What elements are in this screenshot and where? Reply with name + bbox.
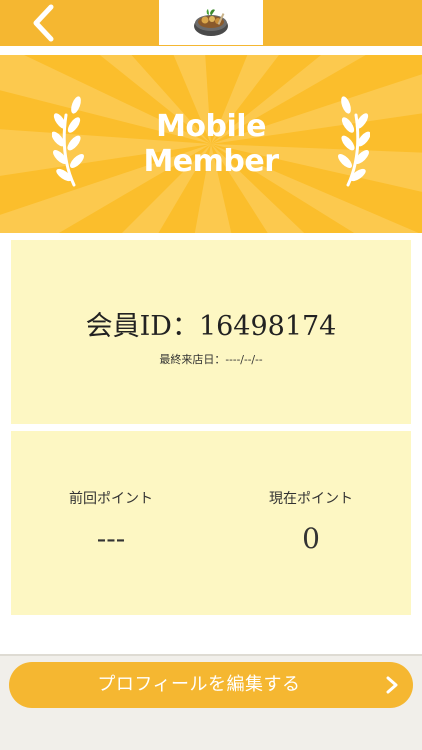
mobile-member-banner: Mobile Member bbox=[0, 55, 422, 233]
chevron-left-icon bbox=[33, 4, 54, 42]
current-points-label: 現在ポイント bbox=[269, 491, 353, 507]
chevron-right-icon bbox=[386, 676, 398, 694]
previous-points-value: --- bbox=[96, 522, 126, 555]
last-visit-text: 最終来店日：----/--/-- bbox=[159, 353, 263, 366]
current-points-value: 0 bbox=[302, 522, 320, 555]
edit-profile-label: プロフィールを編集する bbox=[97, 674, 301, 695]
app-logo bbox=[159, 0, 263, 45]
banner-title-line1: Mobile bbox=[156, 109, 266, 144]
food-bowl-icon bbox=[194, 9, 228, 36]
points-card: 前回ポイント --- 現在ポイント 0 bbox=[11, 431, 411, 615]
back-button[interactable] bbox=[18, 2, 68, 44]
banner-title-line2: Member bbox=[143, 144, 279, 179]
top-bar bbox=[0, 0, 422, 46]
member-id-text: 会員ID：16498174 bbox=[85, 311, 337, 342]
member-id-card: 会員ID：16498174 最終来店日：----/--/-- bbox=[11, 240, 411, 424]
edit-profile-button[interactable]: プロフィールを編集する bbox=[9, 662, 413, 708]
current-points: 現在ポイント 0 bbox=[211, 489, 411, 555]
previous-points: 前回ポイント --- bbox=[11, 489, 211, 555]
previous-points-label: 前回ポイント bbox=[69, 491, 153, 507]
